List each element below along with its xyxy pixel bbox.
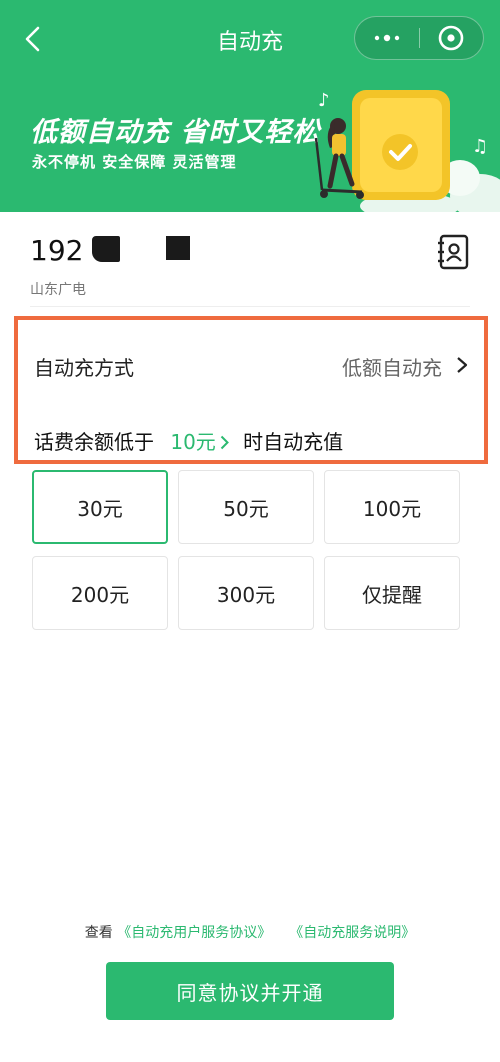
method-value: 低额自动充 (342, 356, 442, 380)
amount-option[interactable]: 200元 (32, 556, 168, 630)
threshold-value: 10元 (170, 430, 216, 454)
threshold-suffix: 时自动充值 (243, 430, 344, 454)
contacts-button[interactable] (436, 234, 470, 270)
scooter-illustration: ♪ ♫ (314, 90, 500, 212)
method-selector[interactable]: 自动充方式 低额自动充 (34, 320, 468, 408)
amount-option[interactable]: 300元 (178, 556, 314, 630)
auto-recharge-method-box: 自动充方式 低额自动充 话费余额低于 10元 时自动充值 (14, 316, 488, 464)
carrier-name: 山东广电 (30, 282, 86, 298)
chevron-right-icon (457, 357, 468, 373)
banner-features: 永不停机 安全保障 灵活管理 (32, 153, 237, 171)
agree-and-activate-button[interactable]: 同意协议并开通 (106, 962, 394, 1020)
service-description-link[interactable]: 《自动充服务说明》 (289, 925, 415, 941)
divider (30, 306, 470, 307)
view-prefix: 查看 (84, 925, 113, 941)
amount-option[interactable]: 30元 (32, 470, 168, 544)
more-button[interactable] (355, 17, 419, 59)
close-circle-icon (438, 25, 464, 51)
svg-text:♪: ♪ (318, 90, 330, 111)
redaction-mask (92, 236, 120, 262)
contacts-book-icon (438, 234, 469, 270)
banner-slogan: 低额自动充 省时又轻松 (30, 117, 321, 148)
capsule-divider (419, 28, 420, 48)
user-agreement-link[interactable]: 《自动充用户服务协议》 (117, 925, 271, 941)
threshold-prefix: 话费余额低于 (34, 430, 154, 454)
method-label: 自动充方式 (34, 356, 134, 380)
amount-option[interactable]: 100元 (324, 470, 460, 544)
mini-program-capsule (354, 16, 484, 60)
agreement-links: 查看 《自动充用户服务协议》 《自动充服务说明》 (0, 922, 500, 942)
chevron-right-icon (220, 435, 229, 450)
redaction-mask (166, 236, 190, 260)
amount-option[interactable]: 仅提醒 (324, 556, 460, 630)
more-dots-icon (374, 34, 400, 42)
threshold-row: 话费余额低于 10元 时自动充值 (34, 426, 343, 455)
svg-text:♫: ♫ (472, 136, 488, 157)
phone-number: 192 (30, 234, 84, 267)
amount-option[interactable]: 50元 (178, 470, 314, 544)
threshold-value-selector[interactable]: 10元 (160, 430, 236, 454)
header-banner: 自动充 低额自动充 省时又轻松 永不停机 安全保障 灵活管理 ♪ ♫ (0, 0, 500, 212)
close-button[interactable] (421, 17, 483, 59)
